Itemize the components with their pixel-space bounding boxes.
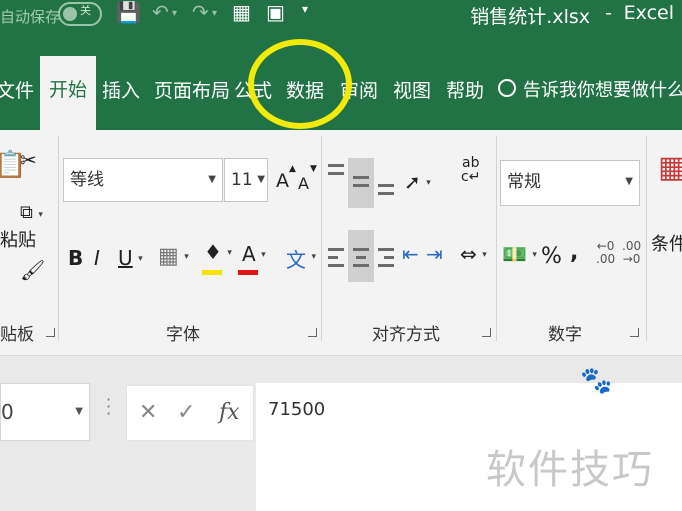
undo-dropdown-icon[interactable]: ▾: [172, 8, 177, 19]
copy-icon[interactable]: ⧉: [20, 202, 43, 223]
percent-style-button[interactable]: %: [541, 244, 562, 269]
name-box-value: 0: [1, 400, 14, 424]
font-color-button[interactable]: A: [242, 242, 265, 266]
ribbon: 📋 粘贴 ✂ ⧉ 🖌 贴板 等线 ▼ 11 ▼ A ▲ A ▼ B I U ▦ …: [0, 130, 682, 356]
font-size-value: 11: [231, 170, 253, 190]
merge-center-icon[interactable]: ⇔: [460, 242, 486, 266]
increase-indent-icon[interactable]: ⇥: [426, 242, 443, 266]
autosave-toggle-state: 关: [80, 4, 91, 17]
touch-mode-icon[interactable]: ▣: [266, 0, 285, 24]
quick-access-toolbar: 自动保存 关 💾 ↶ ▾ ↷ ▾ ▦ ▣ ▾: [0, 0, 330, 36]
cut-icon[interactable]: ✂: [20, 148, 37, 172]
decrease-decimal-icon[interactable]: .00 →0: [622, 240, 641, 266]
comma-style-button[interactable]: ,: [570, 240, 578, 265]
document-title: 销售统计.xlsx: [470, 6, 590, 28]
chevron-down-icon[interactable]: ▼: [625, 161, 633, 203]
chevron-down-icon[interactable]: ▼: [257, 159, 265, 201]
formula-value: 71500: [268, 399, 326, 420]
align-center-button[interactable]: [348, 230, 374, 282]
name-box[interactable]: 0 ▼: [0, 383, 90, 441]
tab-page-layout[interactable]: 页面布局: [154, 76, 230, 103]
shrink-font-button[interactable]: A: [298, 174, 309, 193]
group-divider: [496, 136, 497, 341]
chevron-down-icon[interactable]: ▼: [75, 384, 83, 440]
redo-dropdown-icon[interactable]: ▾: [212, 8, 217, 19]
tell-me-text: 告诉我你想要做什么: [523, 80, 682, 101]
tab-file[interactable]: 文件: [0, 76, 34, 103]
italic-button[interactable]: I: [94, 246, 100, 270]
tab-home[interactable]: 开始: [40, 56, 97, 130]
undo-icon[interactable]: ↶: [152, 0, 169, 24]
alignment-group-label: 对齐方式: [372, 325, 440, 345]
bold-button[interactable]: B: [68, 246, 83, 270]
font-launcher-icon[interactable]: [308, 328, 317, 337]
conditional-formatting-label[interactable]: 条件格: [651, 230, 682, 256]
watermark-paw-icon: 🐾: [580, 366, 613, 396]
font-name-field[interactable]: 等线 ▼: [63, 158, 223, 202]
chevron-down-icon[interactable]: ▼: [208, 159, 216, 201]
calculator-icon[interactable]: ▦: [232, 0, 251, 24]
cancel-icon[interactable]: ✕: [139, 400, 157, 425]
fill-color-swatch: [202, 270, 222, 275]
group-divider: [646, 136, 647, 341]
align-middle-button[interactable]: [348, 158, 374, 208]
group-divider: [58, 136, 59, 341]
insert-function-icon[interactable]: fx: [219, 400, 240, 425]
title-separator: -: [605, 2, 612, 24]
number-launcher-icon[interactable]: [630, 328, 639, 337]
fill-color-icon[interactable]: ♦: [204, 240, 232, 264]
font-group-label: 字体: [166, 325, 200, 345]
watermark-text: 软件技巧: [486, 447, 654, 493]
phonetic-guide-button[interactable]: 文: [286, 244, 316, 273]
tab-help[interactable]: 帮助: [446, 76, 484, 103]
tab-view[interactable]: 视图: [393, 76, 431, 103]
decrease-indent-icon[interactable]: ⇤: [402, 242, 419, 266]
formula-buttons: ✕ ✓ fx: [126, 385, 254, 441]
redo-icon[interactable]: ↷: [192, 0, 209, 24]
conditional-formatting-icon[interactable]: ▦: [658, 150, 682, 185]
grow-arrow-icon: ▲: [289, 164, 296, 174]
wrap-text-icon[interactable]: ab c↵: [461, 156, 480, 184]
clipboard-launcher-icon[interactable]: [46, 328, 55, 337]
data-tab-highlight-circle: [248, 39, 352, 129]
orientation-icon[interactable]: ➚: [404, 170, 430, 194]
group-divider: [321, 136, 322, 341]
enter-icon[interactable]: ✓: [177, 400, 195, 425]
lightbulb-icon: [498, 79, 516, 97]
tab-insert[interactable]: 插入: [102, 76, 140, 103]
formula-bar-splitter[interactable]: · · ·: [106, 392, 111, 422]
save-icon[interactable]: 💾: [116, 0, 141, 24]
grow-font-button[interactable]: A: [276, 170, 289, 192]
number-format-value: 常规: [507, 172, 541, 192]
number-format-field[interactable]: 常规 ▼: [500, 160, 640, 206]
increase-decimal-icon[interactable]: ←0.00: [596, 240, 615, 266]
customize-qat-icon[interactable]: ▾: [302, 2, 308, 16]
align-left-button[interactable]: [328, 236, 344, 276]
font-size-field[interactable]: 11 ▼: [224, 158, 268, 202]
app-name: Excel: [623, 2, 674, 24]
clipboard-group-label: 贴板: [0, 325, 34, 345]
accounting-format-icon[interactable]: 💵: [502, 242, 537, 266]
underline-button[interactable]: U: [118, 246, 142, 270]
font-name-value: 等线: [70, 170, 104, 190]
font-color-swatch: [238, 270, 258, 275]
autosave-label: 自动保存: [0, 8, 61, 26]
tell-me-search[interactable]: 告诉我你想要做什么: [498, 76, 682, 102]
number-group-label: 数字: [548, 325, 582, 345]
borders-icon[interactable]: ▦: [158, 244, 188, 269]
alignment-launcher-icon[interactable]: [482, 328, 491, 337]
format-painter-icon[interactable]: 🖌: [20, 258, 45, 282]
paste-label[interactable]: 粘贴: [0, 226, 36, 252]
shrink-arrow-icon: ▼: [310, 164, 317, 174]
